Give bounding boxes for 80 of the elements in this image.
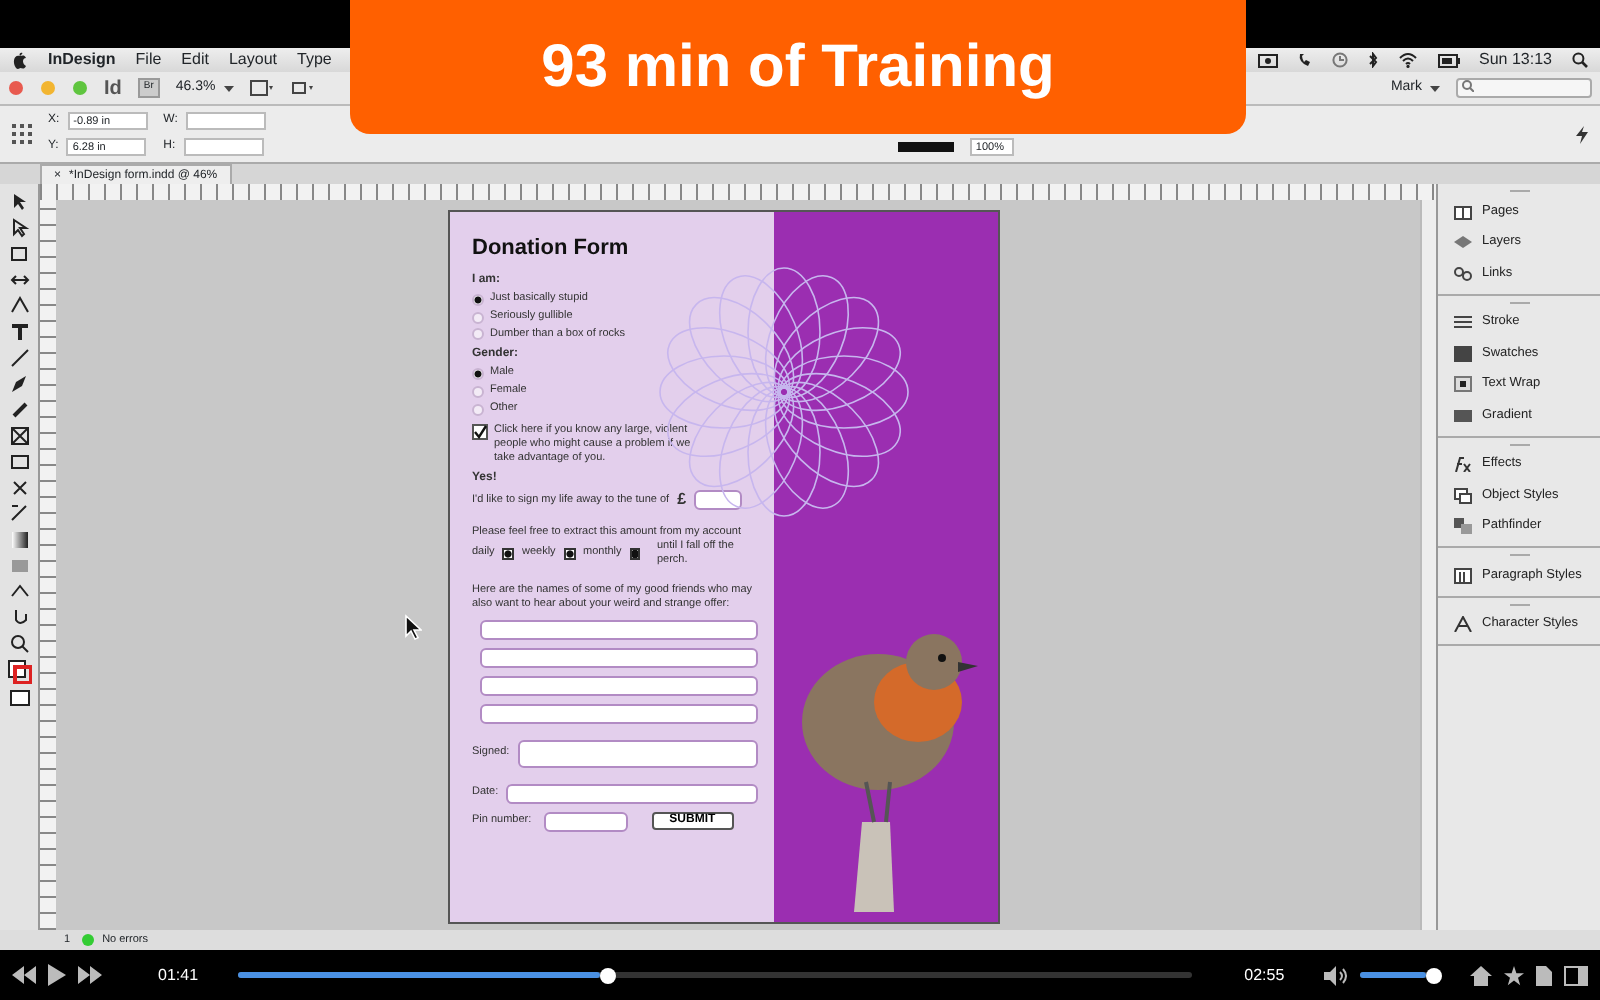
tool-icon[interactable] <box>9 270 29 290</box>
name-field[interactable] <box>480 647 759 667</box>
slider-thumb[interactable] <box>600 967 617 983</box>
radio-button[interactable] <box>472 293 484 306</box>
caret-icon <box>1430 85 1440 91</box>
radio-button[interactable] <box>472 403 484 416</box>
panel-icon <box>1454 203 1472 220</box>
lightning-icon[interactable] <box>1576 125 1588 143</box>
play-icon[interactable] <box>48 964 66 986</box>
app-menu[interactable]: InDesign <box>48 48 116 72</box>
radio-button[interactable] <box>472 311 484 324</box>
apple-icon <box>12 51 28 69</box>
size-field[interactable] <box>183 138 264 156</box>
signature-field[interactable] <box>517 739 759 767</box>
name-field[interactable] <box>480 619 759 639</box>
tool-icon[interactable] <box>9 478 29 498</box>
panel-icon <box>1454 518 1472 535</box>
panel-icon <box>1454 456 1472 473</box>
slider-thumb[interactable] <box>1426 967 1443 983</box>
panel-icon <box>1454 265 1472 282</box>
reference-point-icon <box>12 124 32 144</box>
stroke-swatch-icon[interactable] <box>897 142 954 152</box>
size-field[interactable] <box>185 112 266 130</box>
view-mode-icon[interactable] <box>9 690 29 706</box>
promo-banner: 93 min of Training <box>350 0 1246 134</box>
close-button[interactable] <box>8 80 24 96</box>
panel-icon <box>1454 487 1472 504</box>
pin-field[interactable] <box>543 811 628 831</box>
battery-icon <box>1437 53 1460 67</box>
radio-button[interactable] <box>472 385 484 398</box>
sidebar-icon[interactable] <box>1564 965 1588 985</box>
tool-icon[interactable] <box>9 504 29 524</box>
menu-item[interactable]: Edit <box>181 48 209 72</box>
previous-icon[interactable] <box>12 966 36 984</box>
camera-icon <box>1257 53 1278 67</box>
radio-button[interactable] <box>472 328 484 341</box>
screen-mode-icon[interactable] <box>289 80 314 96</box>
bluetooth-icon <box>1367 52 1378 68</box>
search-icon[interactable] <box>1572 52 1588 68</box>
phone-icon <box>1297 52 1312 68</box>
menu-item[interactable]: Type <box>297 48 332 72</box>
panel-icon <box>1454 234 1472 251</box>
home-icon[interactable] <box>1470 965 1492 985</box>
next-icon[interactable] <box>78 966 102 984</box>
panel-icon <box>1454 567 1472 584</box>
tool-icon[interactable] <box>9 452 29 472</box>
menu-clock: Sun 13:13 <box>1479 48 1552 72</box>
star-icon[interactable] <box>1504 965 1524 985</box>
view-options-icon[interactable] <box>249 80 274 96</box>
date-field[interactable] <box>506 783 759 803</box>
name-field[interactable] <box>480 703 759 723</box>
form-title: Donation Form <box>472 236 631 264</box>
tool-icon[interactable] <box>9 634 29 654</box>
vertical-scrollbar[interactable] <box>1420 200 1436 930</box>
pointer-cursor-icon <box>404 614 422 640</box>
fill-stroke-icon[interactable] <box>7 660 31 684</box>
frequency-checkbox[interactable] <box>629 547 641 560</box>
status-dot-icon <box>82 934 95 946</box>
clock-icon <box>1331 52 1348 68</box>
document-icon[interactable] <box>1536 965 1552 985</box>
menu-item[interactable]: File <box>135 48 162 72</box>
panel-icon <box>1454 616 1472 633</box>
checkbox[interactable] <box>472 424 488 440</box>
amount-field[interactable] <box>694 490 743 511</box>
frequency-checkbox[interactable] <box>563 547 575 560</box>
name-field[interactable] <box>480 675 759 695</box>
currency-symbol: £ <box>677 490 687 511</box>
volume-icon[interactable] <box>1324 965 1349 985</box>
panel-icon <box>1454 314 1472 331</box>
tool-icon[interactable] <box>9 426 29 446</box>
radio-button[interactable] <box>472 367 484 380</box>
search-icon <box>1462 80 1474 92</box>
wifi-icon <box>1397 52 1418 68</box>
remaining-time: 02:55 <box>1244 963 1285 987</box>
elapsed-time: 01:41 <box>158 963 199 987</box>
app-logo: Id <box>104 75 122 103</box>
caret-icon <box>223 85 234 91</box>
search-field[interactable] <box>1456 78 1592 98</box>
frequency-checkbox[interactable] <box>502 547 514 560</box>
menu-item[interactable]: Layout <box>228 48 277 72</box>
